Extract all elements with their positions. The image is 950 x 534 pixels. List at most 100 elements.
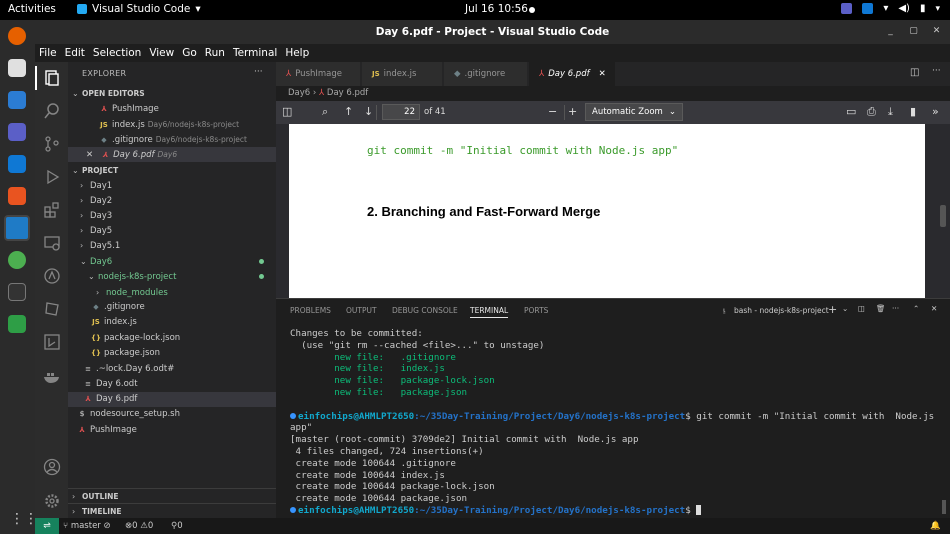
- source-control-icon[interactable]: [43, 135, 61, 153]
- split-terminal-icon[interactable]: ◫: [858, 304, 865, 313]
- page-number-input[interactable]: 22: [382, 104, 420, 120]
- terminal-output[interactable]: Changes to be committed: (use "git rm --…: [290, 328, 940, 517]
- print-icon[interactable]: ⎙: [867, 105, 876, 119]
- testing-icon[interactable]: [43, 267, 61, 285]
- menu-file[interactable]: File: [35, 47, 61, 59]
- previous-page-icon[interactable]: ↑: [344, 105, 353, 118]
- terminal-scrollbar[interactable]: [942, 500, 946, 514]
- kubernetes-icon[interactable]: [43, 300, 61, 318]
- tab-output[interactable]: OUTPUT: [346, 306, 377, 315]
- maximize-icon[interactable]: ▢: [909, 27, 918, 36]
- docker-icon[interactable]: [43, 368, 61, 386]
- zoom-select[interactable]: Automatic Zoom ⌄: [585, 103, 683, 121]
- show-apps-icon[interactable]: ⋮⋮: [10, 511, 38, 527]
- new-terminal-icon[interactable]: +: [828, 303, 837, 316]
- split-editor-icon[interactable]: ◫: [910, 67, 919, 78]
- tree-file[interactable]: ≡ Day 6.odt: [68, 377, 276, 392]
- clock[interactable]: Jul 16 10:56: [465, 3, 528, 15]
- menu-selection[interactable]: Selection: [89, 47, 145, 59]
- tab-gitignore[interactable]: ◆ .gitignore: [444, 62, 528, 86]
- chrome-icon[interactable]: [8, 251, 26, 269]
- minimize-icon[interactable]: _: [886, 27, 895, 36]
- tree-folder[interactable]: › Day1: [68, 178, 276, 193]
- firefox-icon[interactable]: [8, 27, 26, 45]
- tree-file[interactable]: ⅄ PushImage: [68, 423, 276, 438]
- extensions-icon[interactable]: [43, 201, 61, 219]
- open-editor-item[interactable]: ◆ .gitignore Day6/nodejs-k8s-project: [68, 132, 276, 147]
- download-icon[interactable]: ⤓: [888, 105, 893, 119]
- pdf-scrollbar[interactable]: [940, 205, 946, 227]
- spreadsheet-icon[interactable]: [8, 315, 26, 333]
- bookmark-icon[interactable]: ▮: [910, 105, 916, 118]
- tab-index-js[interactable]: JS index.js: [362, 62, 443, 86]
- document-viewer-icon[interactable]: [8, 91, 26, 109]
- outlook-tray-icon[interactable]: [862, 3, 874, 14]
- tree-folder[interactable]: › node_modules: [68, 285, 276, 300]
- menu-help[interactable]: Help: [281, 47, 313, 59]
- software-center-icon[interactable]: [8, 187, 26, 205]
- remote-explorer-icon[interactable]: [43, 234, 61, 252]
- volume-icon[interactable]: ◀): [898, 3, 910, 14]
- tree-file[interactable]: JS index.js: [68, 315, 276, 330]
- teams-icon[interactable]: [8, 123, 26, 141]
- outlook-icon[interactable]: [8, 155, 26, 173]
- zoom-in-icon[interactable]: +: [568, 105, 577, 118]
- command-decoration-dot[interactable]: [290, 412, 296, 419]
- tree-file[interactable]: ≡ .~lock.Day 6.odt#: [68, 362, 276, 377]
- trash-icon[interactable]: 🗑: [876, 304, 886, 313]
- outline-section[interactable]: › OUTLINE: [68, 489, 276, 504]
- pdf-search-icon[interactable]: ⌕: [322, 105, 328, 119]
- menu-view[interactable]: View: [145, 47, 178, 59]
- explorer-more-button[interactable]: ···: [254, 67, 263, 77]
- power-menu-icon[interactable]: ▾: [935, 4, 940, 14]
- teams-tray-icon[interactable]: [841, 3, 853, 14]
- tree-file[interactable]: $ nodesource_setup.sh: [68, 407, 276, 422]
- accounts-icon[interactable]: [43, 458, 61, 476]
- open-editor-item-active[interactable]: ✕ ⅄ Day 6.pdf Day6: [68, 147, 276, 162]
- command-decoration-dot[interactable]: [290, 506, 296, 513]
- explorer-icon[interactable]: [43, 69, 61, 87]
- tab-pushimage[interactable]: ⅄ PushImage: [276, 62, 361, 86]
- menu-terminal[interactable]: Terminal: [229, 47, 281, 59]
- notifications-icon[interactable]: 🔔: [930, 518, 941, 534]
- open-editors-section[interactable]: ⌄ OPEN EDITORS: [68, 86, 276, 101]
- chevron-down-icon[interactable]: ⌄: [842, 304, 848, 313]
- tab-ports[interactable]: PORTS: [524, 306, 548, 315]
- open-editor-item[interactable]: JS index.js Day6/nodejs-k8s-project: [68, 117, 276, 132]
- zoom-out-icon[interactable]: −: [548, 105, 557, 118]
- menu-go[interactable]: Go: [178, 47, 201, 59]
- files-icon[interactable]: [8, 59, 26, 77]
- terminal-name[interactable]: bash - nodejs-k8s-project: [734, 306, 829, 315]
- remote-indicator[interactable]: ⇌: [35, 518, 59, 534]
- tab-debug-console[interactable]: DEBUG CONSOLE: [392, 306, 458, 315]
- more-actions-icon[interactable]: ···: [932, 66, 941, 76]
- tree-folder[interactable]: › Day5.1: [68, 238, 276, 253]
- tree-folder[interactable]: › Day3: [68, 208, 276, 223]
- close-tab-icon[interactable]: ✕: [599, 69, 606, 79]
- activities-button[interactable]: Activities: [8, 3, 56, 15]
- open-editor-item[interactable]: ⅄ PushImage: [68, 102, 276, 117]
- tools-icon[interactable]: »: [932, 105, 939, 118]
- run-debug-icon[interactable]: [43, 168, 61, 186]
- tab-day6-pdf[interactable]: ⅄ Day 6.pdf ✕: [529, 62, 616, 86]
- search-icon[interactable]: [43, 102, 61, 120]
- breadcrumb-folder[interactable]: Day6: [288, 88, 310, 98]
- vscode-dock-icon[interactable]: [4, 215, 30, 241]
- tree-file[interactable]: {} package-lock.json: [68, 331, 276, 346]
- git-graph-icon[interactable]: [43, 333, 61, 351]
- project-section[interactable]: ⌄ PROJECT: [68, 163, 276, 178]
- branch-indicator[interactable]: ⑂ master ⊘: [63, 518, 111, 534]
- ports-indicator[interactable]: ⚲0: [171, 518, 183, 534]
- menu-edit[interactable]: Edit: [61, 47, 89, 59]
- settings-gear-icon[interactable]: [43, 492, 61, 510]
- tree-folder-expanded[interactable]: ⌄ Day6: [68, 254, 276, 269]
- breadcrumb-file[interactable]: Day 6.pdf: [327, 88, 368, 98]
- open-file-icon[interactable]: ▭: [846, 105, 856, 118]
- tree-file-selected[interactable]: ⅄ Day 6.pdf: [68, 392, 276, 407]
- more-actions-icon[interactable]: ···: [892, 304, 899, 313]
- tree-file[interactable]: ◆ .gitignore: [68, 300, 276, 315]
- tab-problems[interactable]: PROBLEMS: [290, 306, 331, 315]
- tree-folder[interactable]: › Day2: [68, 193, 276, 208]
- tree-folder-expanded[interactable]: ⌄ nodejs-k8s-project: [68, 269, 276, 284]
- battery-icon[interactable]: ▮: [920, 3, 926, 14]
